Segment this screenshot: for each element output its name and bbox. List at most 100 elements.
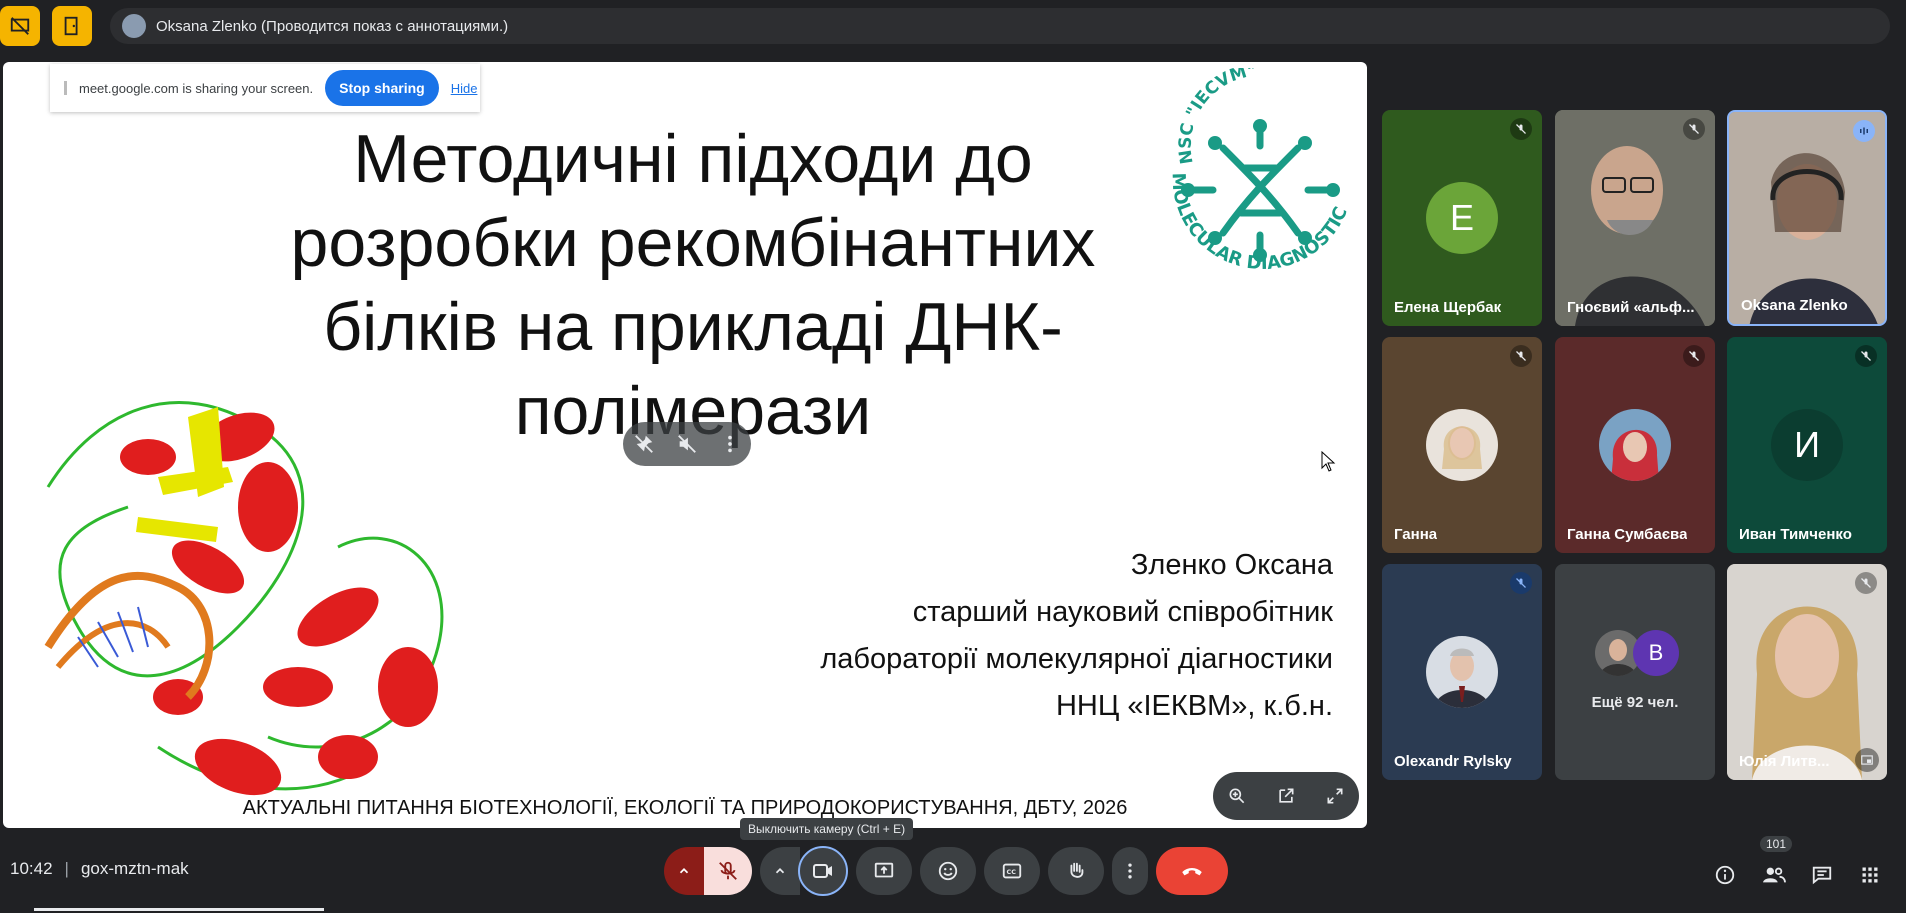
- mic-off-icon: [719, 861, 737, 880]
- chat-icon: [1812, 866, 1832, 885]
- people-icon: [1763, 867, 1786, 883]
- stop-sharing-button[interactable]: Stop sharing: [325, 70, 439, 106]
- hand-icon: [1070, 862, 1084, 878]
- more-options-icon[interactable]: [719, 433, 741, 455]
- present-mode-button[interactable]: [52, 6, 92, 46]
- chat-button[interactable]: [1804, 857, 1840, 893]
- participant-name: Ганна Сумбаєва: [1567, 526, 1688, 543]
- unpin-icon[interactable]: [633, 433, 655, 455]
- meeting-info: 10:42 | gox-mztn-mak: [10, 859, 189, 879]
- slide-footer: АКТУАЛЬНІ ПИТАННЯ БІОТЕХНОЛОГІЇ, ЕКОЛОГІ…: [242, 797, 1128, 819]
- mic-off-icon: [1510, 118, 1532, 140]
- fullscreen-button[interactable]: [1317, 778, 1353, 814]
- microphone-toggle-button[interactable]: [704, 847, 752, 895]
- stop-presenting-button[interactable]: [0, 6, 40, 46]
- apps-grid-icon: [1862, 867, 1878, 883]
- participant-name: Гноєвий «альф...: [1567, 299, 1695, 316]
- mic-off-icon: [1683, 118, 1705, 140]
- mic-off-icon: [1510, 572, 1532, 594]
- participant-tile[interactable]: Юлія Литв...: [1727, 564, 1887, 780]
- captions-button[interactable]: CC: [984, 847, 1040, 895]
- video-options-button[interactable]: [760, 847, 800, 895]
- presenter-banner[interactable]: Oksana Zlenko (Проводится показ с аннота…: [110, 8, 1890, 44]
- videocam-icon: [813, 864, 832, 878]
- present-screen-button[interactable]: [856, 847, 912, 895]
- presenter-floating-controls: [623, 422, 751, 466]
- people-button[interactable]: [1756, 857, 1792, 893]
- participant-tile[interactable]: Ганна: [1382, 337, 1542, 553]
- participant-tile[interactable]: И Иван Тимченко: [1727, 337, 1887, 553]
- mic-off-icon: [1855, 572, 1877, 594]
- participant-avatar: [1426, 636, 1498, 708]
- zoom-in-icon: [1229, 788, 1245, 804]
- raise-hand-button[interactable]: [1048, 847, 1104, 895]
- screen-share-notice: meet.google.com is sharing your screen. …: [50, 64, 480, 112]
- door-icon: [64, 16, 78, 36]
- share-notice-text: meet.google.com is sharing your screen.: [79, 80, 314, 96]
- audio-options-button[interactable]: [664, 847, 704, 895]
- more-options-button[interactable]: [1112, 847, 1148, 895]
- participant-video: [1729, 112, 1885, 324]
- participant-tile[interactable]: Ганна Сумбаєва: [1555, 337, 1715, 553]
- participant-avatar: И: [1771, 409, 1843, 481]
- expand-icon: [1327, 788, 1343, 804]
- reactions-button[interactable]: [920, 847, 976, 895]
- shared-screen: meet.google.com is sharing your screen. …: [3, 62, 1367, 828]
- hide-link[interactable]: Hide: [451, 81, 478, 96]
- participant-name: Olexandr Rylsky: [1394, 753, 1512, 770]
- participant-avatar: [1426, 409, 1498, 481]
- more-participants-tile[interactable]: B Ещё 92 чел.: [1555, 564, 1715, 780]
- participant-avatar: E: [1426, 182, 1498, 254]
- nsc-iecvm-logo: NSC "IECVM" MOLECULAR DIAGNOSTICS: [1153, 68, 1352, 274]
- more-participants-label: Ещё 92 чел.: [1591, 694, 1679, 711]
- participant-tile[interactable]: Гноєвий «альф...: [1555, 110, 1715, 326]
- emoji-icon: [938, 861, 958, 881]
- mic-off-icon: [1510, 345, 1532, 367]
- open-in-new-icon: [1279, 788, 1294, 803]
- participant-tile[interactable]: E Елена Щербак: [1382, 110, 1542, 326]
- author-line: лабораторії молекулярної діагностики: [820, 643, 1333, 675]
- speaking-indicator-icon: [1853, 120, 1875, 142]
- participant-video: [1555, 110, 1715, 326]
- slide-author-block: Зленко Оксана старший науковий співробіт…: [820, 542, 1333, 730]
- chevron-up-icon: [775, 868, 785, 874]
- camera-toggle-button[interactable]: [798, 846, 848, 896]
- call-end-icon: [1182, 868, 1202, 876]
- svg-text:NSC "IECVM": NSC "IECVM": [1176, 68, 1258, 165]
- svg-text:CC: CC: [1007, 868, 1017, 876]
- zoom-controls: [1213, 772, 1359, 820]
- picture-in-picture-icon[interactable]: [1855, 748, 1879, 772]
- drag-handle-icon[interactable]: [64, 81, 67, 95]
- mouse-cursor-icon: [1321, 451, 1336, 472]
- presenter-banner-text: Oksana Zlenko (Проводится показ с аннота…: [156, 17, 509, 35]
- participant-name: Юлія Литв...: [1739, 753, 1830, 770]
- participant-tile-active-speaker[interactable]: Oksana Zlenko: [1727, 110, 1887, 326]
- chevron-up-icon: [679, 868, 689, 874]
- author-line: старший науковий співробітник: [912, 596, 1333, 628]
- title-line: розробки рекомбінантних: [290, 205, 1096, 281]
- presenter-avatar: [122, 14, 146, 38]
- title-line: Методичні підходи до: [353, 121, 1033, 197]
- participant-name: Иван Тимченко: [1739, 526, 1852, 543]
- author-line: ННЦ «ІЕКВМ», к.б.н.: [1055, 690, 1333, 722]
- meeting-details-button[interactable]: [1707, 857, 1743, 893]
- mic-off-icon: [1683, 345, 1705, 367]
- more-vert-icon: [1128, 863, 1132, 879]
- zoom-button[interactable]: [1219, 778, 1255, 814]
- activities-button[interactable]: [1852, 857, 1888, 893]
- presentation-off-icon: [10, 17, 30, 35]
- participant-tile[interactable]: Olexandr Rylsky: [1382, 564, 1542, 780]
- top-bar: Oksana Zlenko (Проводится показ с аннота…: [0, 0, 1906, 52]
- dna-polymerase-structure-image: [44, 401, 444, 796]
- pop-out-button[interactable]: [1268, 778, 1304, 814]
- mute-audio-icon[interactable]: [676, 433, 698, 455]
- title-line: білків на прикладі ДНК-: [323, 289, 1063, 365]
- info-icon: [1715, 865, 1735, 885]
- meeting-code[interactable]: gox-mztn-mak: [81, 859, 189, 879]
- leave-call-button[interactable]: [1156, 847, 1228, 895]
- participant-name: Елена Щербак: [1394, 299, 1502, 316]
- author-line: Зленко Оксана: [1130, 549, 1333, 581]
- participant-count-badge: 101: [1760, 836, 1793, 852]
- participant-name: Ганна: [1394, 526, 1438, 543]
- bottom-bar: 10:42 | gox-mztn-mak CC: [0, 835, 1906, 913]
